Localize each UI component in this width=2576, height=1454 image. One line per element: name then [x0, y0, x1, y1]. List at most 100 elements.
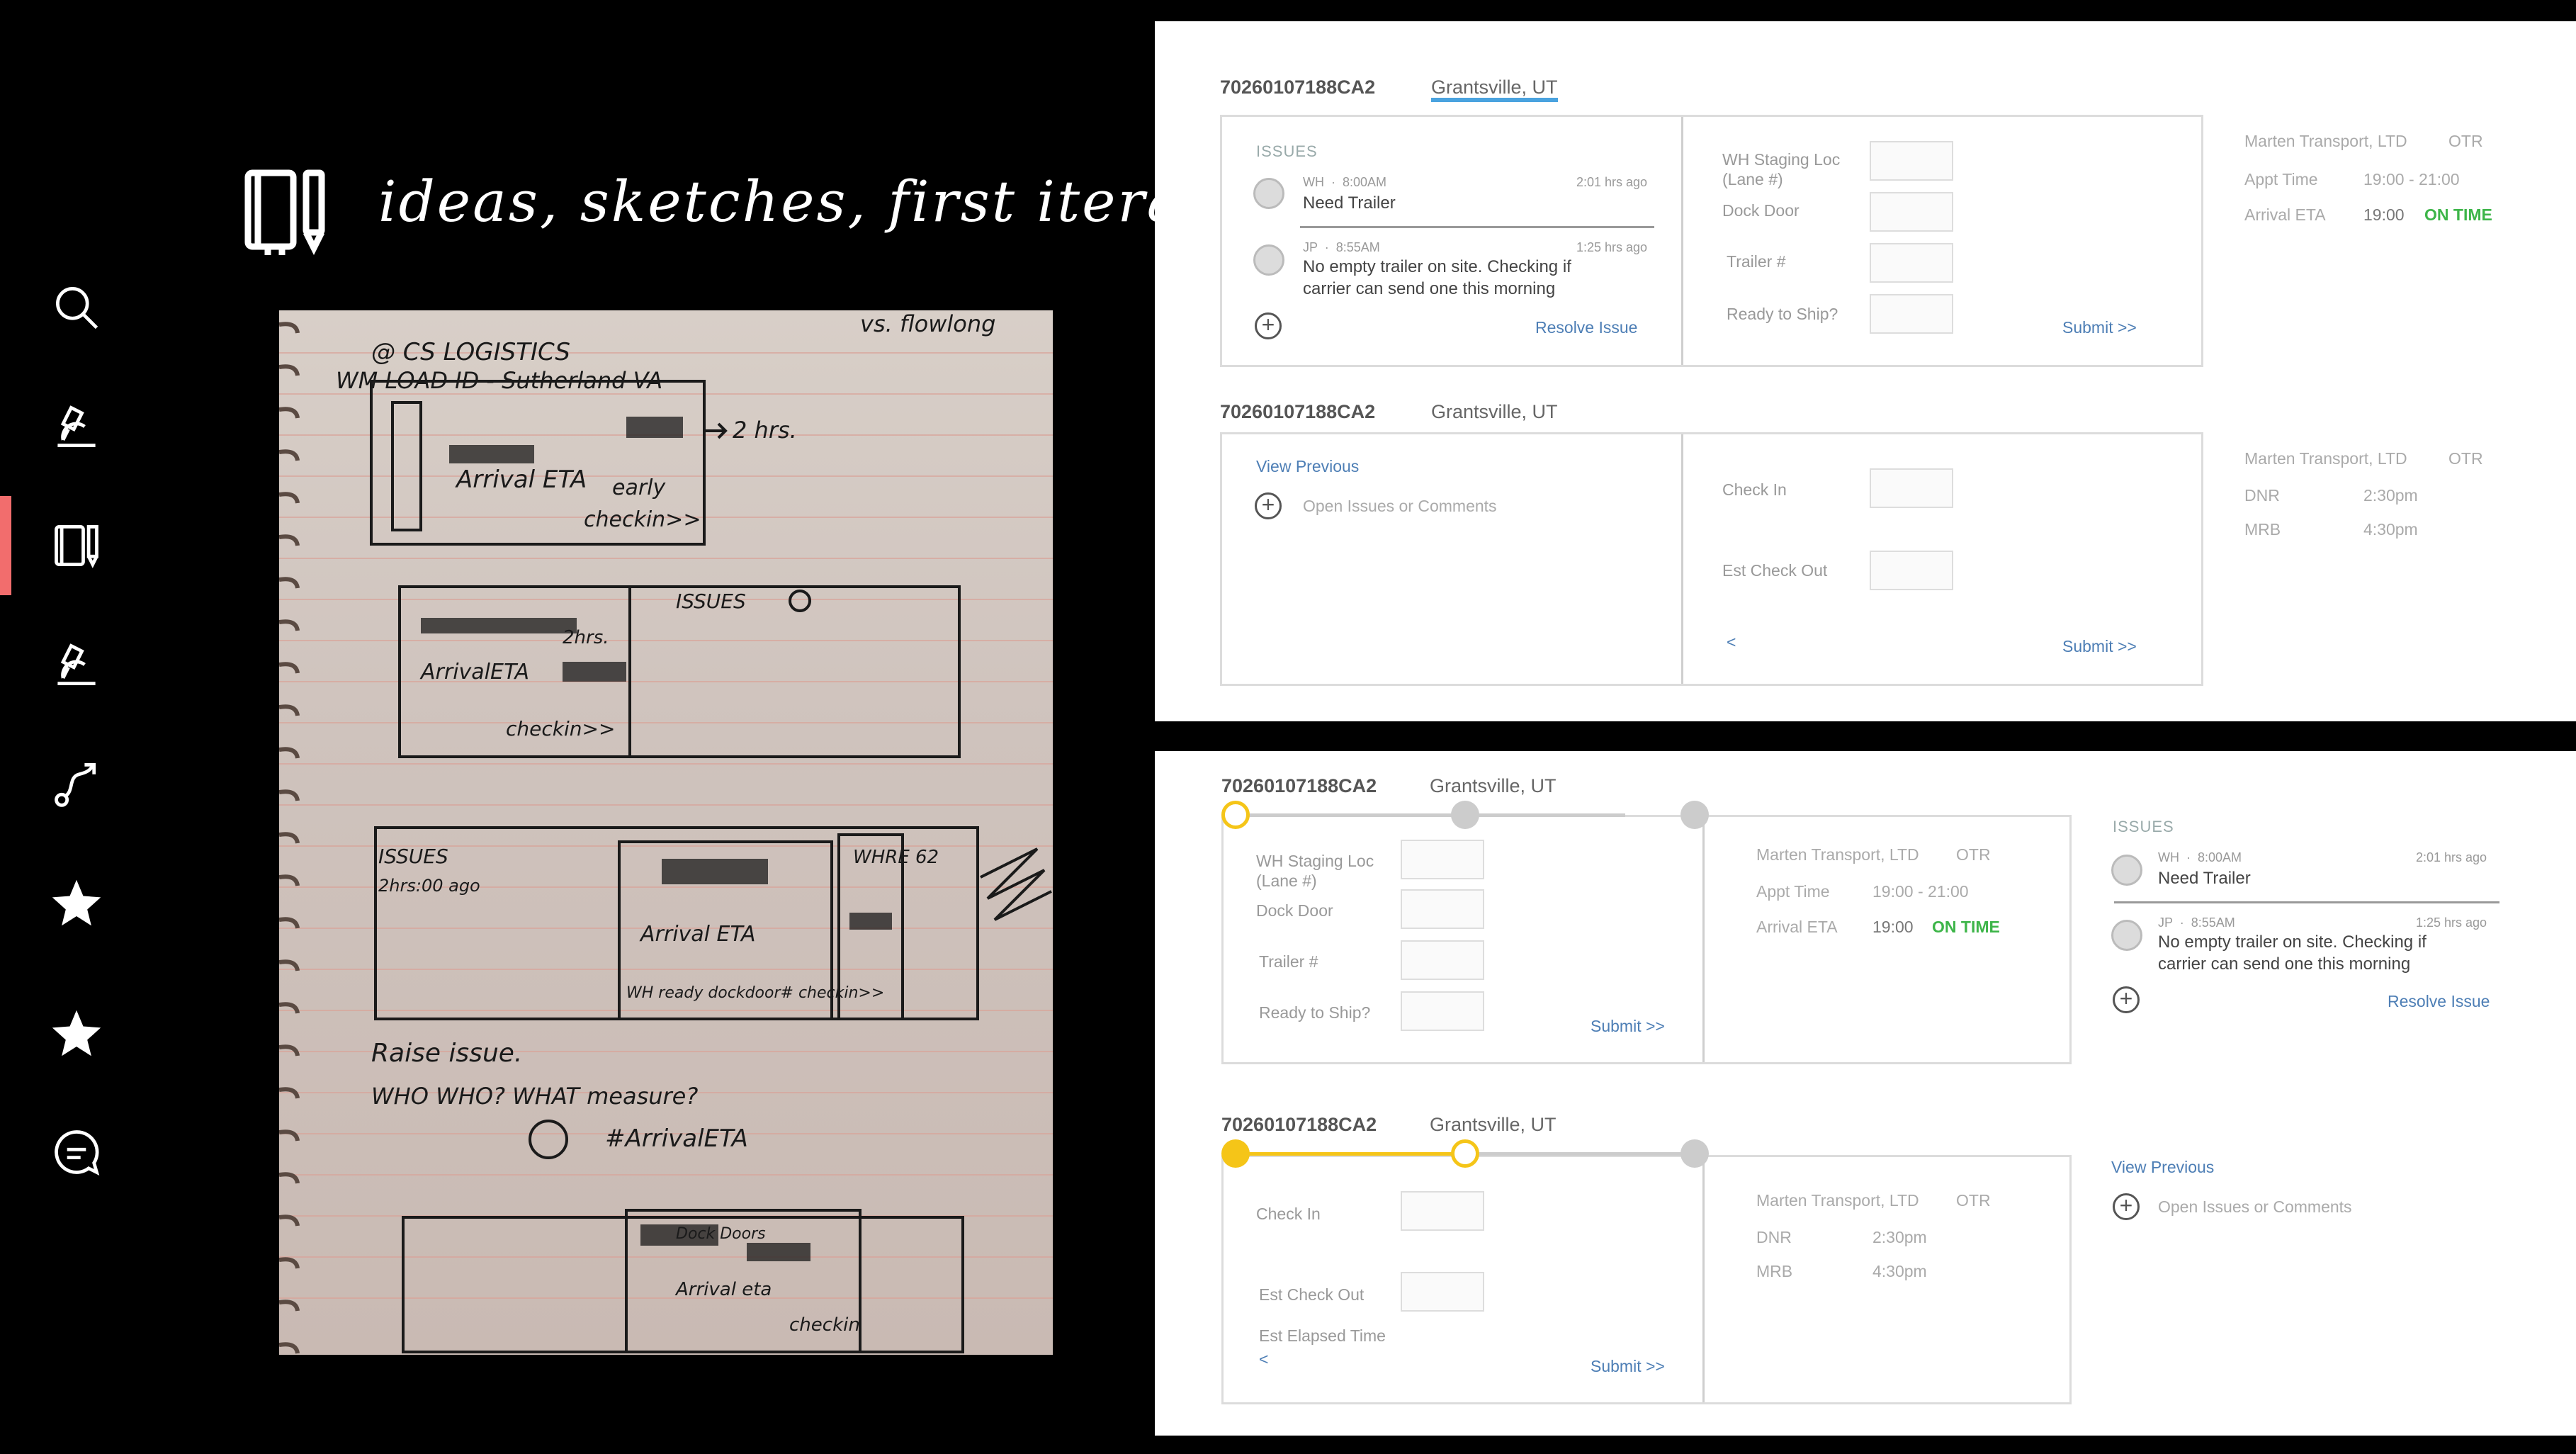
- card-divider: [1702, 1157, 1705, 1402]
- carrier-name: Marten Transport, LTD: [1756, 845, 1919, 864]
- sketch-drawing: vs. flowlong @ CS LOGISTICS WM LOAD ID -…: [279, 310, 1053, 1354]
- sketch-text: @ CS LOGISTICS: [371, 338, 570, 366]
- location-text: Grantsville, UT: [1430, 775, 1557, 796]
- progress-step[interactable]: [1680, 801, 1709, 829]
- load-reference: 70260107188CA2: [1220, 401, 1376, 422]
- location-link[interactable]: Grantsville, UT: [1431, 77, 1558, 102]
- issue-separator: [1300, 226, 1654, 228]
- progress-step-current[interactable]: [1451, 1139, 1479, 1168]
- issue-meta: JP · 8:55AM: [2158, 915, 2235, 930]
- sketch-text: checkin: [789, 1314, 860, 1336]
- load-card: Check In Est Check Out Est Elapsed Time …: [1221, 1155, 2072, 1404]
- carrier-name: Marten Transport, LTD: [2244, 132, 2407, 150]
- route-icon[interactable]: [48, 755, 105, 812]
- progress-fill: [1236, 1152, 1465, 1156]
- carrier-name: Marten Transport, LTD: [2244, 449, 2407, 468]
- eta-label: Arrival ETA: [1756, 918, 1838, 936]
- staging-loc-input[interactable]: [1401, 840, 1484, 879]
- issue-meta: WH · 8:00AM: [1303, 175, 1387, 189]
- open-issues-label: Open Issues or Comments: [1303, 497, 1497, 515]
- sketch-text: ArrivalETA: [419, 660, 529, 684]
- sketch-text: Arrival ETA: [639, 922, 756, 947]
- issue-text: Need Trailer: [2158, 869, 2251, 888]
- add-issue-icon[interactable]: +: [1255, 492, 1282, 519]
- chat-icon[interactable]: [48, 1124, 105, 1180]
- mrb-label: MRB: [2244, 520, 2281, 539]
- dnr-time: 2:30pm: [2363, 486, 2418, 505]
- location-text: Grantsville, UT: [1431, 401, 1558, 422]
- microscope-icon[interactable]: [48, 636, 105, 693]
- issue-age: 2:01 hrs ago: [2416, 850, 2487, 864]
- check-in-input[interactable]: [1870, 468, 1953, 508]
- est-check-out-input[interactable]: [1401, 1272, 1484, 1312]
- star-icon[interactable]: [48, 874, 105, 931]
- ready-to-ship-input[interactable]: [1870, 294, 1953, 334]
- avatar: [1253, 244, 1284, 276]
- dock-door-input[interactable]: [1401, 889, 1484, 929]
- appt-time: 19:00 - 21:00: [2363, 170, 2460, 188]
- staging-loc-input[interactable]: [1870, 141, 1953, 181]
- sketch-text: Arrival ETA: [455, 466, 587, 494]
- microscope-icon[interactable]: [48, 398, 105, 455]
- mockup-panel-top: 70260107188CA2 Grantsville, UT ISSUES WH…: [1155, 21, 2576, 721]
- sidebar-active-indicator: [0, 496, 11, 595]
- issue-text: No empty trailer on site. Checking if ca…: [1303, 257, 1571, 298]
- load-card: WH Staging Loc (Lane #) Dock Door Traile…: [1221, 815, 2072, 1064]
- trailer-input[interactable]: [1401, 940, 1484, 980]
- submit-button[interactable]: Submit >>: [1591, 1017, 1665, 1036]
- progress-step[interactable]: [1451, 801, 1479, 829]
- dnr-label: DNR: [1756, 1228, 1792, 1246]
- dnr-time: 2:30pm: [1872, 1228, 1927, 1246]
- location-text: Grantsville, UT: [1430, 1114, 1557, 1135]
- open-issues-label: Open Issues or Comments: [2158, 1197, 2352, 1216]
- search-icon[interactable]: [48, 279, 105, 336]
- field-label: Dock Door: [1256, 901, 1333, 920]
- avatar: [1253, 178, 1284, 209]
- dock-door-input[interactable]: [1870, 192, 1953, 232]
- add-issue-icon[interactable]: +: [2113, 1193, 2140, 1220]
- sketch-text: early: [612, 475, 667, 500]
- carrier-mode: OTR: [2448, 132, 2483, 150]
- resolve-issue-link[interactable]: Resolve Issue: [1535, 318, 1637, 337]
- back-button[interactable]: <: [1259, 1350, 1268, 1369]
- progress-step[interactable]: [1680, 1139, 1709, 1168]
- status-badge: ON TIME: [2424, 205, 2492, 224]
- sketch-text: vs. flowlong: [860, 310, 995, 337]
- notebook-pen-icon[interactable]: [48, 517, 105, 574]
- notebook-pen-icon: [241, 167, 333, 259]
- trailer-input[interactable]: [1870, 243, 1953, 283]
- add-issue-icon[interactable]: +: [2113, 986, 2140, 1013]
- sketch-text: 2 hrs.: [733, 417, 797, 444]
- sketch-text: WH ready dockdoor# checkin>>: [626, 984, 884, 1002]
- issues-title: ISSUES: [2113, 818, 2174, 835]
- mrb-time: 4:30pm: [2363, 520, 2418, 539]
- eta-label: Arrival ETA: [2244, 205, 2326, 224]
- load-reference: 70260107188CA2: [1221, 1114, 1377, 1135]
- progress-track: [1465, 1152, 1695, 1156]
- eta-time: 19:00: [1872, 918, 1914, 936]
- field-label: Ready to Ship?: [1259, 1003, 1371, 1022]
- view-previous-link[interactable]: View Previous: [2111, 1158, 2214, 1177]
- resolve-issue-link[interactable]: Resolve Issue: [2388, 992, 2490, 1011]
- back-button[interactable]: <: [1727, 633, 1736, 652]
- carrier-mode: OTR: [1956, 845, 1991, 864]
- view-previous-link[interactable]: View Previous: [1256, 457, 1359, 476]
- submit-button[interactable]: Submit >>: [2062, 318, 2137, 337]
- check-in-input[interactable]: [1401, 1191, 1484, 1231]
- load-card: ISSUES WH · 8:00AM 2:01 hrs ago Need Tra…: [1220, 115, 2203, 367]
- carrier-mode: OTR: [2448, 449, 2483, 468]
- appt-label: Appt Time: [1756, 882, 1830, 901]
- ready-to-ship-input[interactable]: [1401, 991, 1484, 1031]
- star-icon[interactable]: [48, 1005, 105, 1061]
- submit-button[interactable]: Submit >>: [1591, 1357, 1665, 1376]
- progress-step-complete[interactable]: [1221, 1139, 1250, 1168]
- progress-step-current[interactable]: [1221, 801, 1250, 829]
- field-label: Check In: [1722, 480, 1787, 499]
- card-divider: [1681, 434, 1683, 684]
- issue-text: No empty trailer on site. Checking if ca…: [2158, 932, 2427, 974]
- add-issue-icon[interactable]: +: [1255, 312, 1282, 339]
- mrb-time: 4:30pm: [1872, 1262, 1927, 1280]
- submit-button[interactable]: Submit >>: [2062, 637, 2137, 656]
- load-reference: 70260107188CA2: [1221, 775, 1377, 796]
- est-check-out-input[interactable]: [1870, 551, 1953, 590]
